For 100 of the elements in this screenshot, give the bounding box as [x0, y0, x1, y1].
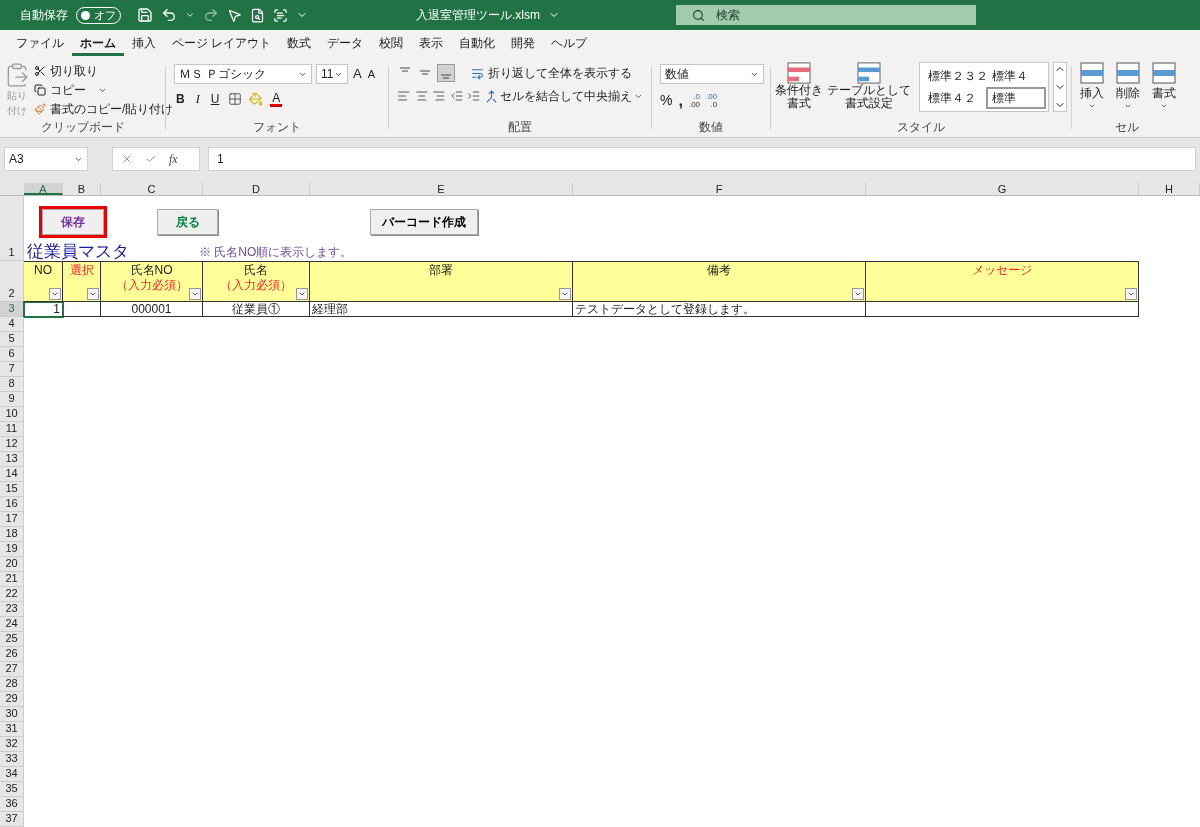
- cell-button[interactable]: 書式: [1152, 62, 1176, 110]
- grow-font-button[interactable]: A: [352, 64, 363, 84]
- column-header[interactable]: D: [203, 183, 310, 195]
- ribbon-tab[interactable]: 挿入: [124, 32, 164, 56]
- row-header[interactable]: 10: [0, 407, 24, 422]
- row-header[interactable]: 5: [0, 332, 24, 347]
- column-header[interactable]: B: [63, 183, 101, 195]
- shrink-font-button[interactable]: A: [366, 65, 376, 83]
- row-header[interactable]: 27: [0, 662, 24, 677]
- row-header[interactable]: 17: [0, 512, 24, 527]
- fill-color-icon[interactable]: [249, 92, 264, 106]
- cell-button[interactable]: 削除: [1116, 62, 1140, 110]
- row-header[interactable]: 29: [0, 692, 24, 707]
- row-header[interactable]: 25: [0, 632, 24, 647]
- caret-icon[interactable]: [1088, 102, 1096, 110]
- sheet-button[interactable]: 戻る: [157, 209, 218, 235]
- cut-button[interactable]: 切り取り: [34, 62, 174, 80]
- comma-button[interactable]: ,: [678, 94, 683, 107]
- caret-icon[interactable]: [1124, 102, 1132, 110]
- ribbon-tab[interactable]: 自動化: [451, 32, 504, 56]
- ribbon-tab[interactable]: 開発: [503, 32, 544, 56]
- cell-style[interactable]: 標準４２: [922, 87, 982, 109]
- row-header[interactable]: 1: [0, 196, 24, 261]
- row-header[interactable]: 11: [0, 422, 24, 437]
- sheet-button[interactable]: 保存: [42, 209, 104, 235]
- row-header[interactable]: 22: [0, 587, 24, 602]
- cell-style[interactable]: 標準: [986, 87, 1046, 109]
- row-header[interactable]: 14: [0, 467, 24, 482]
- row-header[interactable]: 31: [0, 722, 24, 737]
- insert-function-button[interactable]: fx: [169, 150, 178, 168]
- row-header[interactable]: 21: [0, 572, 24, 587]
- filter-dropdown[interactable]: [49, 288, 61, 300]
- filter-dropdown[interactable]: [852, 288, 864, 300]
- row-header[interactable]: 9: [0, 392, 24, 407]
- row-header[interactable]: 34: [0, 767, 24, 782]
- format-as-table-button[interactable]: テーブルとして 書式設定: [827, 62, 911, 110]
- ribbon-tab[interactable]: ファイル: [8, 32, 72, 56]
- row-header[interactable]: 3: [0, 302, 24, 317]
- row-header[interactable]: 32: [0, 737, 24, 752]
- row-header[interactable]: 2: [0, 261, 24, 302]
- row-header[interactable]: 18: [0, 527, 24, 542]
- text-box-icon[interactable]: [273, 7, 288, 23]
- ribbon-tab[interactable]: 校閲: [371, 32, 412, 56]
- caret-icon[interactable]: [1160, 102, 1168, 110]
- font-color-button[interactable]: A: [270, 91, 283, 107]
- row-header[interactable]: 36: [0, 797, 24, 812]
- font-size-field[interactable]: 11: [316, 64, 348, 84]
- row-header[interactable]: 15: [0, 482, 24, 497]
- copy-button[interactable]: コピー: [34, 81, 174, 99]
- ribbon-tab[interactable]: データ: [319, 32, 372, 56]
- ribbon-tab[interactable]: ページ レイアウト: [164, 32, 280, 56]
- filter-dropdown[interactable]: [87, 288, 99, 300]
- row-header[interactable]: 28: [0, 677, 24, 692]
- font-name-field[interactable]: ＭＳ Ｐゴシック: [174, 64, 312, 84]
- name-box[interactable]: A3: [4, 147, 88, 171]
- filter-dropdown[interactable]: [189, 288, 201, 300]
- pointer-icon[interactable]: [227, 7, 242, 23]
- row-header[interactable]: 26: [0, 647, 24, 662]
- indent-increase-icon[interactable]: [467, 89, 481, 103]
- document-icon[interactable]: [250, 7, 265, 23]
- row-header[interactable]: 35: [0, 782, 24, 797]
- save-icon[interactable]: [137, 7, 153, 23]
- number-format-field[interactable]: 数値: [660, 64, 764, 84]
- underline-button[interactable]: U: [208, 90, 222, 108]
- percent-button[interactable]: %: [660, 90, 673, 111]
- column-header[interactable]: E: [310, 183, 573, 195]
- column-header[interactable]: G: [866, 183, 1139, 195]
- row-header[interactable]: 24: [0, 617, 24, 632]
- cancel-icon[interactable]: [121, 153, 133, 165]
- column-header[interactable]: H: [1139, 183, 1200, 195]
- row-header[interactable]: 6: [0, 347, 24, 362]
- row-header[interactable]: 37: [0, 812, 24, 827]
- ribbon-tab[interactable]: 数式: [279, 32, 320, 56]
- italic-button[interactable]: I: [193, 90, 202, 108]
- ribbon-tab[interactable]: ヘルプ: [543, 32, 596, 56]
- decimal-button[interactable]: .00 .0: [706, 92, 718, 109]
- row-header[interactable]: 13: [0, 452, 24, 467]
- conditional-format-button[interactable]: 条件付き 書式: [775, 62, 823, 110]
- row-header[interactable]: 8: [0, 377, 24, 392]
- caret-icon[interactable]: [185, 10, 195, 20]
- file-name[interactable]: 入退室管理ツール.xlsm: [416, 6, 540, 24]
- row-header[interactable]: 33: [0, 752, 24, 767]
- filter-dropdown[interactable]: [559, 288, 571, 300]
- row-header[interactable]: 19: [0, 542, 24, 557]
- column-header[interactable]: A: [24, 183, 63, 195]
- enter-icon[interactable]: [145, 153, 157, 165]
- formula-field[interactable]: 1: [208, 147, 1196, 171]
- search-field[interactable]: 検索: [676, 5, 976, 25]
- cell-style[interactable]: 標準４: [986, 65, 1046, 87]
- row-header[interactable]: 16: [0, 497, 24, 512]
- ribbon-tab[interactable]: 表示: [411, 32, 452, 56]
- merge-center-button[interactable]: セルを結合して中央揃え: [484, 87, 643, 105]
- decimal-button[interactable]: .0 .00: [688, 92, 701, 109]
- sheet-button[interactable]: バーコード作成: [370, 209, 478, 235]
- filter-dropdown[interactable]: [1125, 288, 1137, 300]
- column-header[interactable]: C: [101, 183, 203, 195]
- row-header[interactable]: 20: [0, 557, 24, 572]
- wrap-text-button[interactable]: 折り返して全体を表示する: [471, 64, 632, 82]
- format-painter-button[interactable]: 書式のコピー/貼り付け: [34, 100, 174, 118]
- row-header[interactable]: 4: [0, 317, 24, 332]
